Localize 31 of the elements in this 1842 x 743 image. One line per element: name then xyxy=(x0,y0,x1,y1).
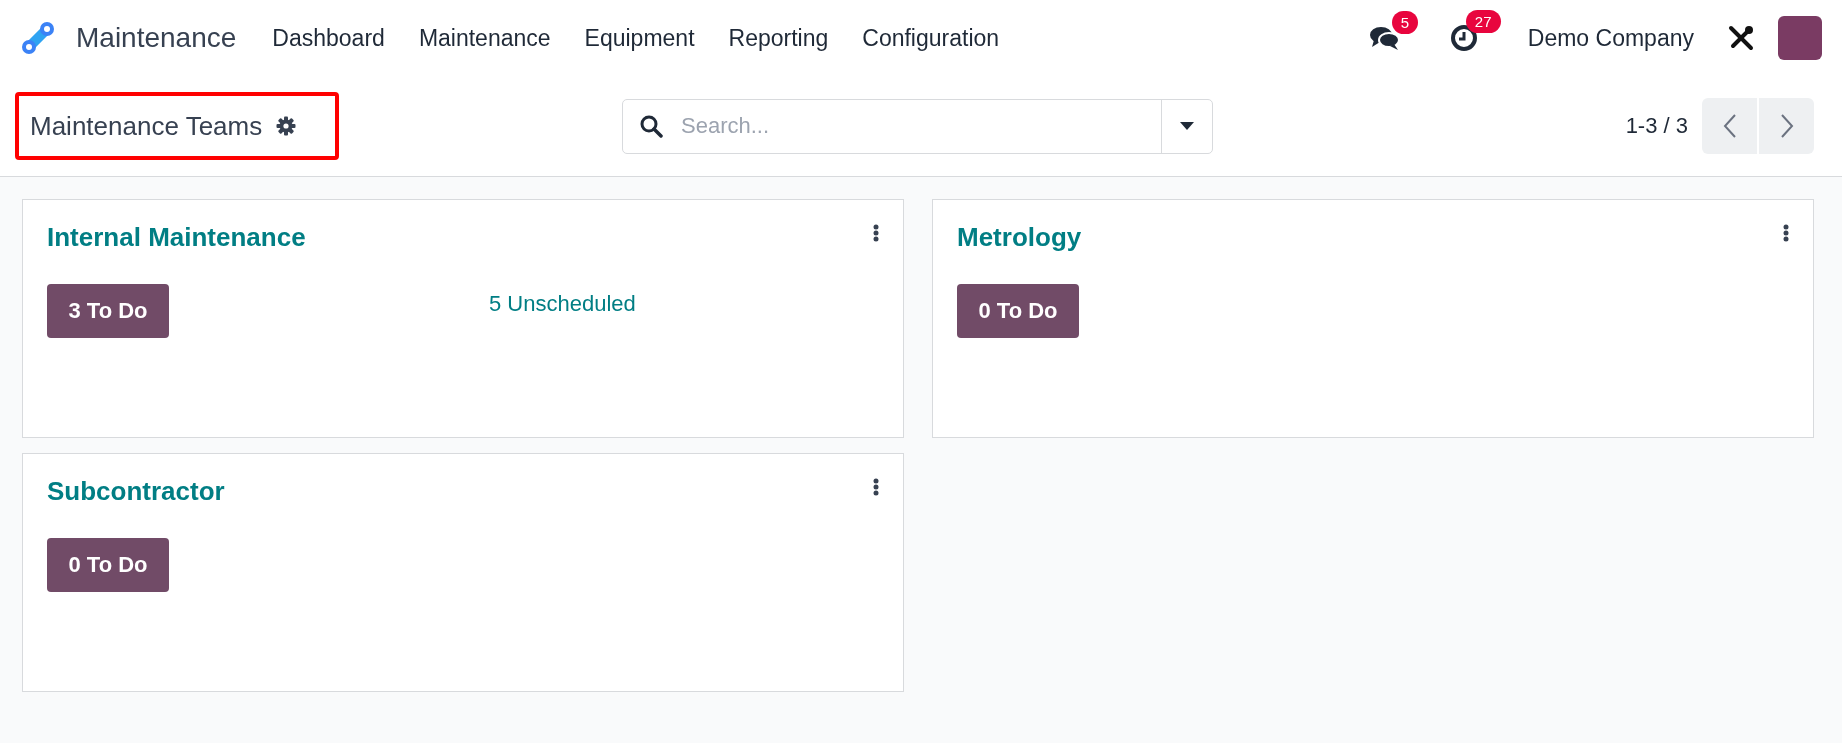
search-icon xyxy=(639,114,663,138)
page-title: Maintenance Teams xyxy=(30,110,263,142)
kebab-menu-icon[interactable] xyxy=(873,478,879,496)
kebab-menu-icon[interactable] xyxy=(873,224,879,242)
app-name[interactable]: Maintenance xyxy=(76,22,237,54)
tools-icon[interactable] xyxy=(1728,25,1754,51)
notification-badge: 5 xyxy=(1391,11,1419,34)
menu-item[interactable]: Configuration xyxy=(862,24,1000,52)
team-name[interactable]: Metrology xyxy=(957,222,1082,253)
chevron-right-icon xyxy=(1779,113,1794,139)
chat-icon[interactable] xyxy=(1369,25,1400,51)
unscheduled-link[interactable]: 5 Unscheduled xyxy=(489,291,636,317)
menu-item[interactable]: Dashboard xyxy=(272,24,385,52)
team-name[interactable]: Internal Maintenance xyxy=(47,222,306,253)
to-do-button[interactable]: 0 To Do xyxy=(957,284,1079,338)
caret-icon[interactable] xyxy=(1179,121,1195,131)
menu-item[interactable]: Equipment xyxy=(584,24,695,52)
gear-icon[interactable] xyxy=(276,116,297,136)
app-logo-icon xyxy=(20,20,56,56)
search-input[interactable]: Search... xyxy=(679,105,1161,147)
menu-item[interactable]: Reporting xyxy=(728,24,829,52)
team-name[interactable]: Subcontractor xyxy=(47,476,225,507)
pager-value: 1-3 / 3 xyxy=(1625,113,1688,139)
menu-item[interactable]: Maintenance xyxy=(418,24,551,52)
to-do-button[interactable]: 0 To Do xyxy=(47,538,169,592)
company-name[interactable]: Demo Company xyxy=(1527,24,1694,52)
search-bar[interactable]: Search... xyxy=(622,98,1213,154)
chevron-left-icon xyxy=(1722,113,1737,139)
to-do-button[interactable]: 3 To Do xyxy=(47,284,169,338)
notification-badge: 27 xyxy=(1465,10,1501,33)
kebab-menu-icon[interactable] xyxy=(1783,224,1789,242)
